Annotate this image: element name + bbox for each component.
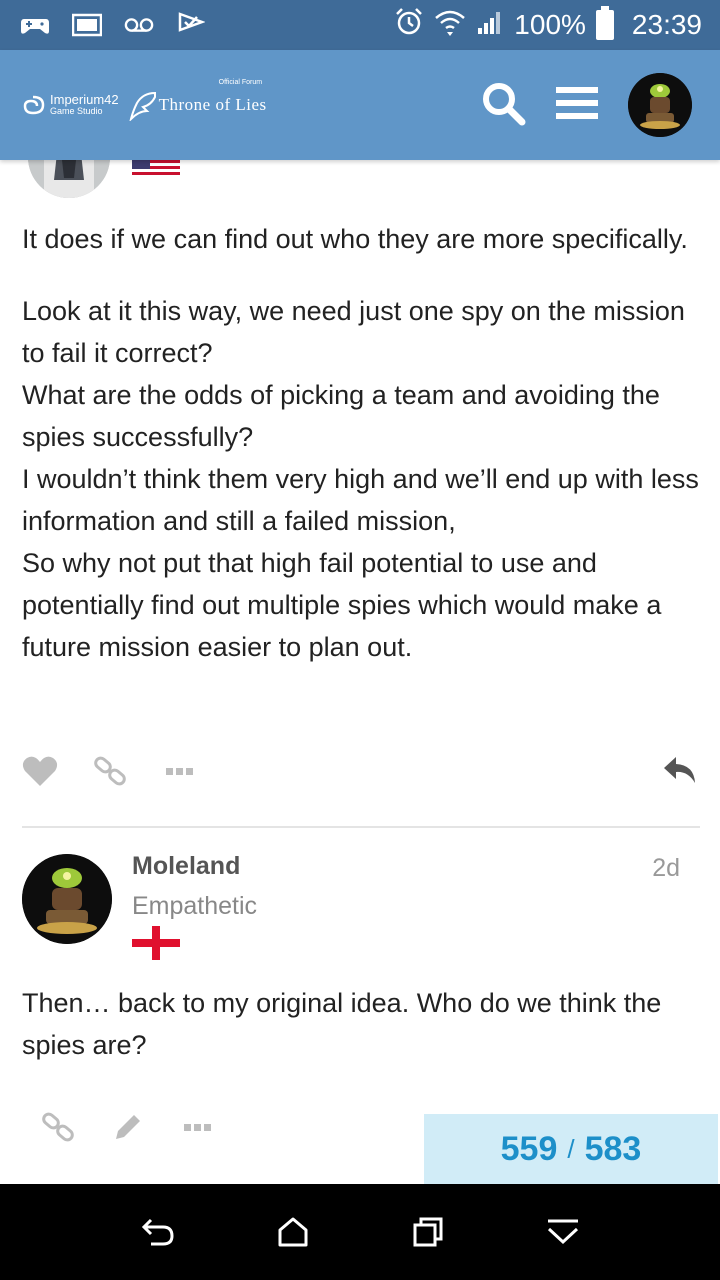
post-body: Then… back to my original idea. Who do w… bbox=[22, 982, 702, 1066]
post-actions bbox=[22, 746, 698, 796]
post-author-name[interactable]: Moleland bbox=[132, 852, 240, 881]
game-controller-icon bbox=[20, 12, 50, 38]
post-line: Look at it this way, we need just one sp… bbox=[22, 296, 685, 368]
more-icon[interactable] bbox=[162, 753, 198, 789]
post-paragraph: It does if we can find out who they are … bbox=[22, 224, 688, 254]
forum-logo[interactable]: Official Forum Throne of Lies bbox=[129, 79, 267, 121]
user-avatar[interactable] bbox=[628, 73, 692, 137]
image-icon bbox=[72, 12, 102, 38]
alarm-icon bbox=[394, 7, 424, 44]
forum-name: Throne of Lies bbox=[158, 95, 267, 114]
post-line: So why not put that high fail potential … bbox=[22, 548, 662, 662]
voicemail-icon bbox=[124, 12, 154, 38]
reply-icon[interactable] bbox=[662, 753, 698, 789]
england-flag-icon bbox=[132, 926, 180, 960]
post-line: What are the odds of picking a team and … bbox=[22, 380, 660, 452]
search-icon[interactable] bbox=[480, 80, 526, 131]
post-timestamp[interactable]: 2d bbox=[652, 854, 680, 883]
hamburger-menu-icon[interactable] bbox=[556, 85, 598, 126]
link-icon[interactable] bbox=[92, 753, 128, 789]
forum-label: Official Forum bbox=[218, 79, 263, 86]
post-body: It does if we can find out who they are … bbox=[22, 218, 702, 668]
recents-icon[interactable] bbox=[406, 1210, 450, 1254]
progress-total: 583 bbox=[584, 1129, 642, 1168]
check-flag-icon bbox=[176, 12, 206, 38]
dragon-icon bbox=[129, 91, 156, 121]
studio-name: Imperium42 bbox=[50, 92, 119, 107]
battery-icon bbox=[595, 6, 614, 40]
battery-level: 100% bbox=[514, 9, 586, 40]
signal-icon bbox=[476, 9, 504, 41]
post-paragraph: Then… back to my original idea. Who do w… bbox=[22, 988, 662, 1060]
collapse-icon[interactable] bbox=[541, 1210, 585, 1254]
post-divider bbox=[22, 826, 700, 828]
status-bar: 100% 23:39 bbox=[0, 0, 720, 50]
forum-header: Imperium42 Game Studio Official Forum Th… bbox=[0, 50, 720, 160]
progress-current: 559 bbox=[500, 1129, 558, 1168]
studio-subtitle: Game Studio bbox=[50, 106, 103, 116]
studio-logo[interactable]: Imperium42 Game Studio bbox=[20, 92, 119, 116]
home-icon[interactable] bbox=[271, 1210, 315, 1254]
us-flag-icon bbox=[132, 160, 180, 178]
more-icon[interactable] bbox=[180, 1109, 216, 1145]
swirl-logo-icon bbox=[23, 95, 45, 115]
clock: 23:39 bbox=[631, 9, 702, 40]
edit-icon[interactable] bbox=[110, 1109, 146, 1145]
post-author-avatar[interactable] bbox=[22, 854, 112, 944]
back-icon[interactable] bbox=[136, 1210, 180, 1254]
post-line: I wouldn’t think them very high and we’l… bbox=[22, 464, 699, 536]
like-icon[interactable] bbox=[22, 753, 58, 789]
system-nav-bar bbox=[0, 1184, 720, 1280]
link-icon[interactable] bbox=[40, 1109, 76, 1145]
topic-progress[interactable]: 559 / 583 bbox=[424, 1114, 718, 1184]
progress-separator: / bbox=[567, 1133, 575, 1164]
wifi-icon bbox=[434, 8, 466, 43]
post-author-title: Empathetic bbox=[132, 892, 258, 920]
